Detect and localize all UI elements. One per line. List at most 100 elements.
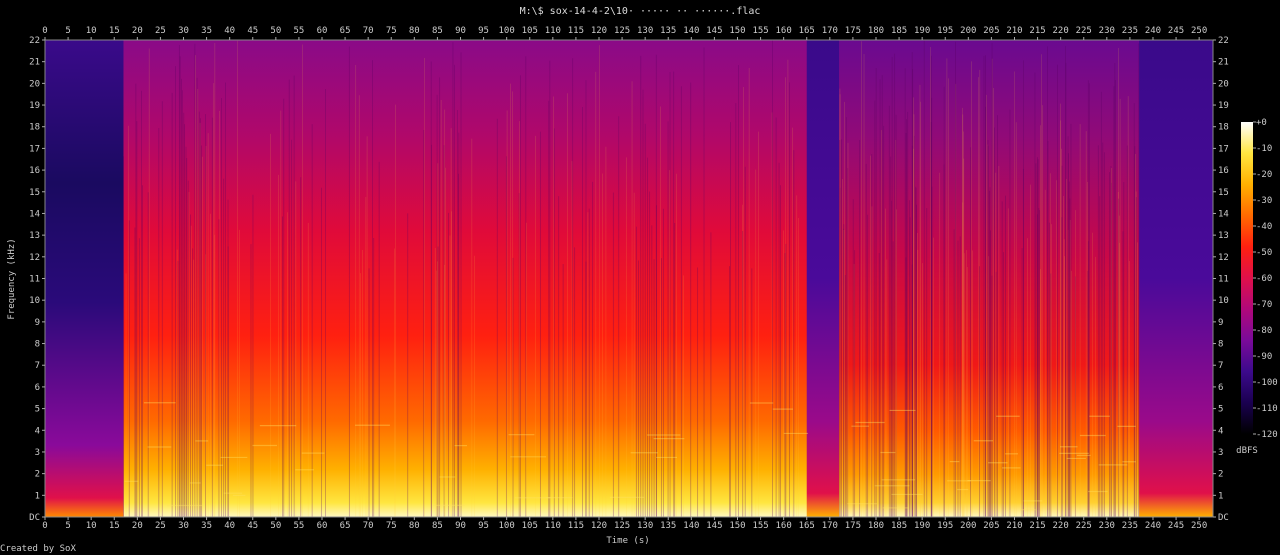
x-tick-label: 5 — [65, 521, 70, 531]
x-tick-label: 180 — [868, 26, 884, 36]
y-tick-label: 7 — [35, 361, 40, 371]
x-tick-label: 230 — [1099, 521, 1115, 531]
x-tick-label: 170 — [822, 26, 838, 36]
y-tick-label-right: 13 — [1218, 231, 1229, 241]
x-tick-label: 120 — [591, 26, 607, 36]
x-tick-label: 150 — [729, 521, 745, 531]
x-tick-label: 215 — [1029, 521, 1045, 531]
y-tick-label: 1 — [35, 491, 40, 501]
x-tick-label: 250 — [1191, 521, 1207, 531]
x-axis-label: Time (s) — [606, 536, 649, 546]
colorbar-tick-label: -70 — [1256, 300, 1272, 310]
colorbar-ticks: +0 -10 -20 -30 -40 -50 -60 -70 -80 -90 -100 -110 -12… — [1253, 118, 1278, 440]
y-tick-label: 21 — [29, 58, 40, 68]
segment-quiet-outro — [1139, 40, 1214, 517]
x-tick-label: 80 — [409, 26, 420, 36]
x-tick-label: 175 — [845, 521, 861, 531]
x-tick-label: 210 — [1006, 26, 1022, 36]
x-tick-label: 240 — [1145, 26, 1161, 36]
x-tick-label: 25 — [155, 26, 166, 36]
spectrogram-chart: 0055101015152020252530303535404045455050… — [7, 26, 1278, 546]
y-tick-label-right: 21 — [1218, 58, 1229, 68]
y-tick-label-right: 9 — [1218, 318, 1223, 328]
y-tick-label: 18 — [29, 123, 40, 133]
x-tick-label: 75 — [386, 26, 397, 36]
x-tick-label: 55 — [293, 26, 304, 36]
y-tick-label: DC — [29, 513, 40, 523]
x-tick-label: 50 — [270, 26, 281, 36]
x-tick-label: 235 — [1122, 26, 1138, 36]
y-tick-label: 12 — [29, 253, 40, 263]
y-tick-label: 20 — [29, 79, 40, 89]
x-tick-label: 185 — [891, 521, 907, 531]
x-tick-label: 45 — [247, 26, 258, 36]
x-tick-label: 105 — [522, 521, 538, 531]
x-tick-label: 120 — [591, 521, 607, 531]
y-axis-label: Frequency (kHz) — [7, 238, 17, 319]
x-tick-label: 185 — [891, 26, 907, 36]
x-tick-label: 245 — [1168, 26, 1184, 36]
x-tick-label: 25 — [155, 521, 166, 531]
x-tick-label: 180 — [868, 521, 884, 531]
x-tick-label: 70 — [363, 521, 374, 531]
y-tick-label-right: 19 — [1218, 101, 1229, 111]
y-tick-label-right: 20 — [1218, 79, 1229, 89]
x-tick-label: 50 — [270, 521, 281, 531]
colorbar-tick-label: -20 — [1256, 170, 1272, 180]
y-tick-label-right: 18 — [1218, 123, 1229, 133]
x-tick-label: 205 — [983, 521, 999, 531]
x-tick-label: 215 — [1029, 26, 1045, 36]
colorbar-tick-label: -50 — [1256, 248, 1272, 258]
x-tick-label: 10 — [86, 521, 97, 531]
colorbar-tick-label: -120 — [1256, 430, 1278, 440]
y-tick-label: 15 — [29, 188, 40, 198]
x-tick-label: 30 — [178, 26, 189, 36]
x-tick-label: 0 — [42, 521, 47, 531]
x-tick-label: 165 — [799, 26, 815, 36]
x-tick-label: 20 — [132, 26, 143, 36]
y-tick-label-right: 1 — [1218, 491, 1223, 501]
y-tick-label-right: 4 — [1218, 426, 1223, 436]
x-tick-label: 35 — [201, 26, 212, 36]
x-tick-label: 135 — [660, 26, 676, 36]
y-tick-label: 17 — [29, 144, 40, 154]
x-tick-label: 195 — [937, 26, 953, 36]
x-tick-label: 10 — [86, 26, 97, 36]
x-tick-label: 225 — [1076, 26, 1092, 36]
x-tick-label: 190 — [914, 521, 930, 531]
y-tick-label: 9 — [35, 318, 40, 328]
y-tick-label: 22 — [29, 36, 40, 46]
colorbar-label: dBFS — [1236, 446, 1258, 456]
x-tick-label: 150 — [729, 26, 745, 36]
x-tick-label: 140 — [683, 521, 699, 531]
x-tick-label: 155 — [752, 521, 768, 531]
x-tick-label: 195 — [937, 521, 953, 531]
x-tick-label: 135 — [660, 521, 676, 531]
y-tick-label-right: 17 — [1218, 144, 1229, 154]
x-tick-label: 95 — [478, 26, 489, 36]
y-tick-label: 4 — [35, 426, 40, 436]
x-tick-label: 60 — [317, 521, 328, 531]
y-tick-label: 13 — [29, 231, 40, 241]
x-tick-label: 160 — [776, 521, 792, 531]
x-tick-label: 85 — [432, 521, 443, 531]
x-tick-label: 175 — [845, 26, 861, 36]
colorbar-tick-label: -110 — [1256, 404, 1278, 414]
colorbar-tick-label: -30 — [1256, 196, 1272, 206]
x-tick-label: 100 — [499, 521, 515, 531]
x-tick-label: 95 — [478, 521, 489, 531]
x-tick-label: 40 — [224, 521, 235, 531]
colorbar — [1241, 122, 1253, 434]
x-tick-label: 235 — [1122, 521, 1138, 531]
x-tick-label: 220 — [1053, 521, 1069, 531]
x-tick-label: 190 — [914, 26, 930, 36]
x-tick-label: 220 — [1053, 26, 1069, 36]
colorbar-tick-label: -40 — [1256, 222, 1272, 232]
x-tick-label: 165 — [799, 521, 815, 531]
y-tick-label: 2 — [35, 470, 40, 480]
x-tick-label: 35 — [201, 521, 212, 531]
y-tick-label: 19 — [29, 101, 40, 111]
x-tick-label: 200 — [960, 521, 976, 531]
x-tick-label: 240 — [1145, 521, 1161, 531]
x-tick-label: 85 — [432, 26, 443, 36]
